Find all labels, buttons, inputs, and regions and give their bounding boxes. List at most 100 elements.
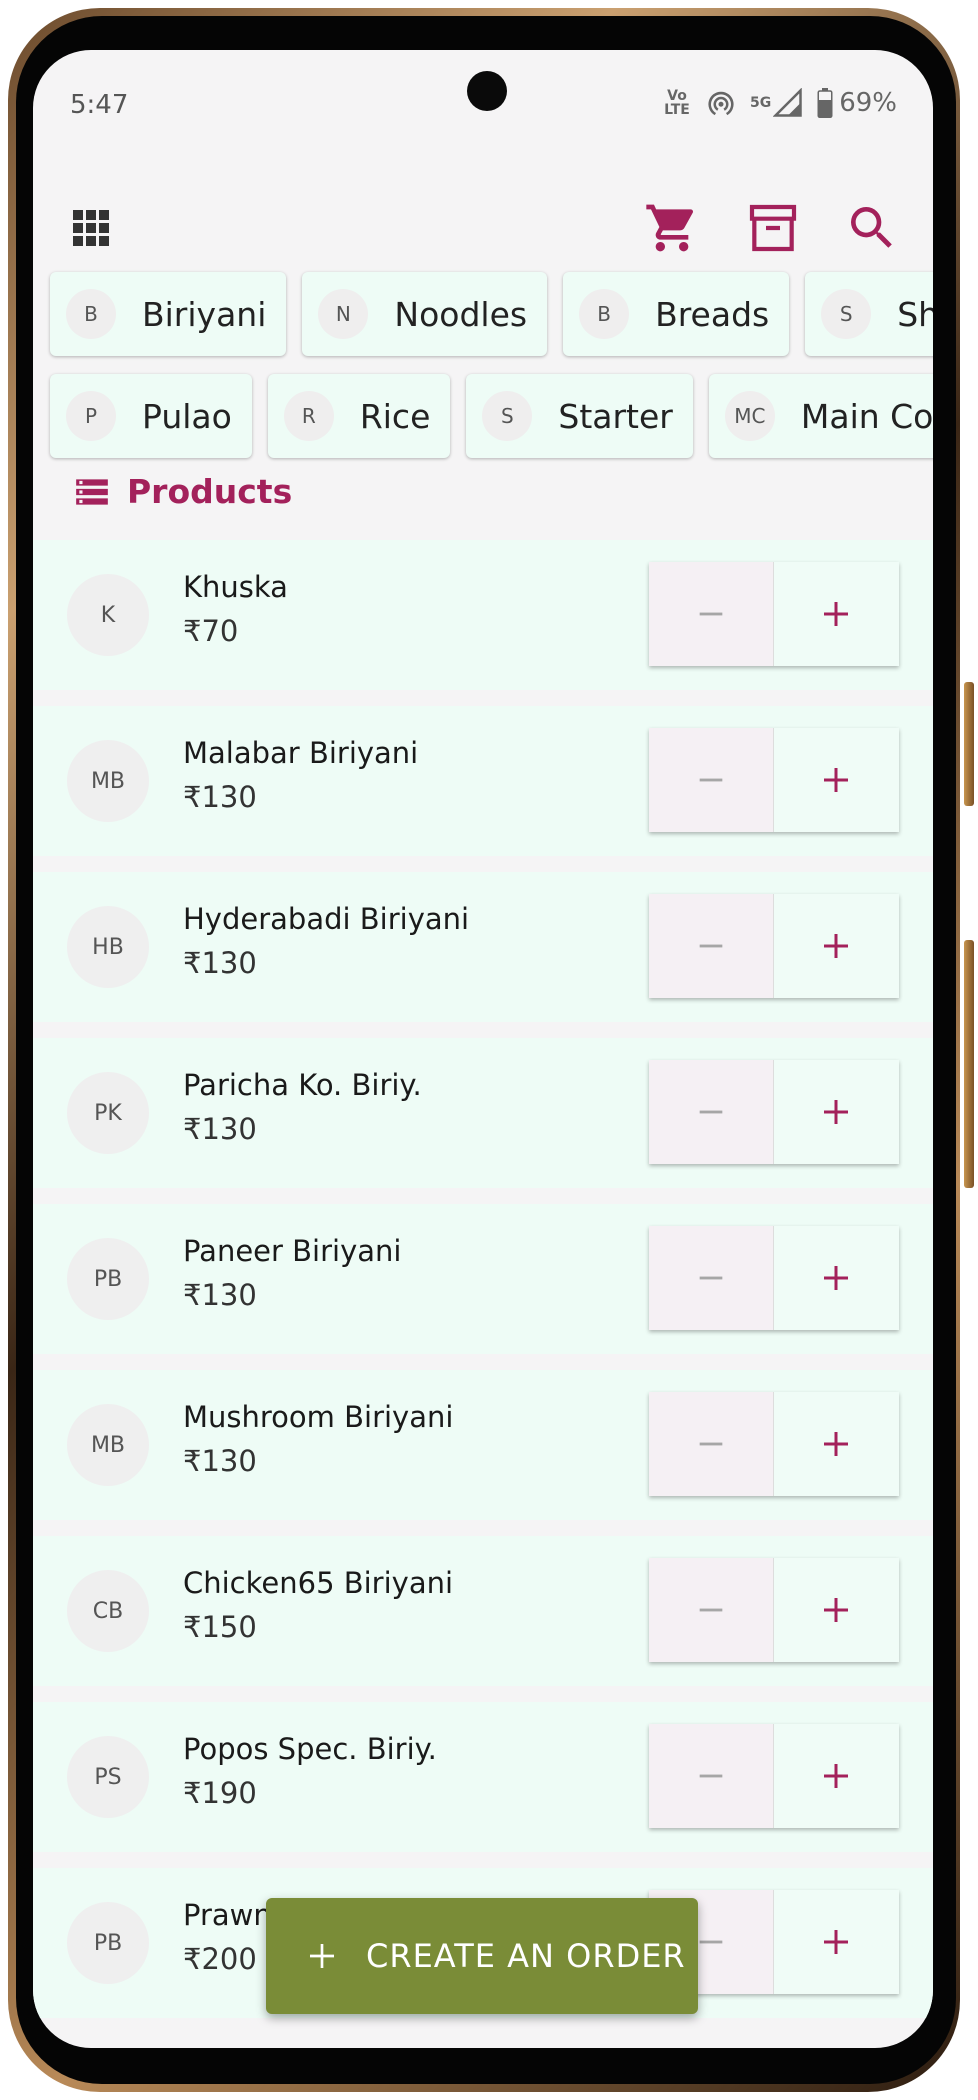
section-title: Products (127, 472, 293, 511)
create-order-button[interactable]: CREATE AN ORDER (266, 1898, 698, 2014)
category-chip[interactable]: S Shawarma (805, 272, 933, 356)
category-label: Biriyani (142, 294, 267, 334)
quantity-stepper (649, 1226, 899, 1330)
decrease-quantity-button[interactable] (649, 1060, 774, 1164)
product-price: ₹130 (183, 780, 257, 814)
product-row: PK Paricha Ko. Biriy. ₹130 (33, 1038, 933, 1188)
product-row: PS Popos Spec. Biriy. ₹190 (33, 1702, 933, 1852)
cart-icon[interactable] (644, 200, 700, 256)
product-name: Khuska (183, 570, 288, 604)
decrease-quantity-button[interactable] (649, 562, 774, 666)
create-order-label: CREATE AN ORDER (366, 1937, 686, 1975)
category-initial: S (482, 391, 533, 441)
plus-icon (824, 1764, 849, 1788)
decrease-quantity-button[interactable] (649, 1558, 774, 1662)
product-price: ₹130 (183, 1444, 257, 1478)
category-chip[interactable]: P Pulao (50, 374, 252, 458)
product-price: ₹150 (183, 1610, 257, 1644)
product-price: ₹190 (183, 1776, 257, 1810)
volume-button (964, 682, 974, 806)
category-chip[interactable]: B Biriyani (50, 272, 287, 356)
product-avatar: PB (67, 1238, 149, 1320)
search-icon[interactable] (844, 200, 900, 256)
increase-quantity-button[interactable] (773, 1226, 899, 1330)
product-avatar: MB (67, 1404, 149, 1486)
category-chip[interactable]: S Starter (466, 374, 693, 458)
products-section-header: Products (73, 472, 292, 511)
category-label: Starter (558, 396, 673, 436)
storage-icon (76, 478, 108, 505)
quantity-stepper (649, 894, 899, 998)
plus-icon (824, 1100, 849, 1124)
minus-icon (699, 1940, 723, 1944)
category-label: Shawarma (897, 294, 933, 334)
minus-icon (699, 1774, 723, 1778)
plus-icon (824, 1266, 849, 1290)
product-avatar: PS (67, 1736, 149, 1818)
minus-icon (699, 778, 723, 782)
product-avatar: PB (67, 1902, 149, 1984)
decrease-quantity-button[interactable] (649, 1392, 774, 1496)
increase-quantity-button[interactable] (773, 1724, 899, 1828)
product-name: Malabar Biriyani (183, 736, 419, 770)
decrease-quantity-button[interactable] (649, 728, 774, 832)
minus-icon (699, 612, 723, 616)
product-avatar: K (67, 574, 149, 656)
increase-quantity-button[interactable] (773, 1890, 899, 1994)
category-initial: R (283, 391, 334, 441)
minus-icon (699, 1608, 723, 1612)
apps-grid-icon[interactable] (73, 210, 109, 246)
category-chips-row-1: B Biriyani N Noodles B Breads S Shawarma (50, 272, 933, 356)
status-icons: Vo LTE 5G 69% (662, 88, 897, 118)
category-initial: B (66, 289, 116, 339)
minus-icon (699, 1276, 723, 1280)
increase-quantity-button[interactable] (773, 1558, 899, 1662)
increase-quantity-button[interactable] (773, 1392, 899, 1496)
product-row: CB Chicken65 Biriyani ₹150 (33, 1536, 933, 1686)
category-chip[interactable]: N Noodles (302, 272, 548, 356)
product-name: Hyderabadi Biriyani (183, 902, 470, 936)
product-avatar: MB (67, 740, 149, 822)
product-name: Prawn (183, 1898, 272, 1932)
category-initial: B (579, 289, 630, 339)
product-avatar: PK (67, 1072, 149, 1154)
increase-quantity-button[interactable] (773, 1060, 899, 1164)
network-type: 5G (749, 95, 772, 111)
battery-icon (817, 88, 833, 118)
product-price: ₹70 (183, 614, 239, 648)
product-price: ₹130 (183, 946, 257, 980)
decrease-quantity-button[interactable] (649, 1226, 774, 1330)
plus-icon (824, 1598, 849, 1622)
product-name: Chicken65 Biriyani (183, 1566, 454, 1600)
archive-icon[interactable] (745, 200, 801, 256)
product-row: MB Malabar Biriyani ₹130 (33, 706, 933, 856)
increase-quantity-button[interactable] (773, 894, 899, 998)
category-initial: S (821, 289, 872, 339)
quantity-stepper (649, 1724, 899, 1828)
category-initial: N (318, 289, 369, 339)
category-chip[interactable]: MC Main Course (708, 374, 933, 458)
category-chip[interactable]: B Breads (563, 272, 790, 356)
product-list: K Khuska ₹70 MB Malabar Biriyani ₹130 HB Hydera… (33, 540, 933, 2034)
add-icon (310, 1944, 334, 1968)
category-chip[interactable]: R Rice (267, 374, 451, 458)
signal-icon (773, 88, 802, 117)
category-label: Rice (359, 396, 431, 436)
front-camera (467, 71, 507, 111)
product-row: K Khuska ₹70 (33, 540, 933, 690)
category-chips-row-2: P Pulao R Rice S Starter MC Main Course (50, 374, 933, 458)
decrease-quantity-button[interactable] (649, 894, 774, 998)
increase-quantity-button[interactable] (773, 728, 899, 832)
product-price: ₹130 (183, 1278, 257, 1312)
product-row: MB Mushroom Biriyani ₹130 (33, 1370, 933, 1520)
product-price: ₹200 (183, 1942, 257, 1976)
plus-icon (824, 768, 849, 792)
quantity-stepper (649, 562, 899, 666)
product-avatar: CB (67, 1570, 149, 1652)
product-price: ₹130 (183, 1112, 257, 1146)
increase-quantity-button[interactable] (773, 562, 899, 666)
product-name: Popos Spec. Biriy. (183, 1732, 437, 1766)
volte-icon: Vo LTE (664, 88, 690, 118)
quantity-stepper (649, 1060, 899, 1164)
decrease-quantity-button[interactable] (649, 1724, 774, 1828)
